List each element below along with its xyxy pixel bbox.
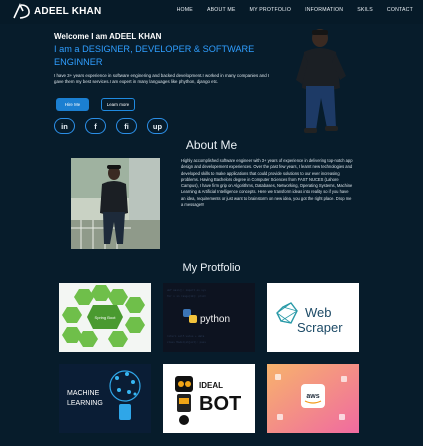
brand-name: ADEEL KHAN bbox=[34, 5, 102, 17]
hero-welcome: Welcome I am ADEEL KHAN bbox=[54, 32, 162, 41]
logo-icon bbox=[13, 3, 30, 19]
hero-section: Welcome I am ADEEL KHAN I am a DESIGNER,… bbox=[0, 24, 423, 142]
nav-about[interactable]: ABOUT ME bbox=[207, 7, 236, 13]
about-text: Highly accomplished software engineer wi… bbox=[181, 158, 353, 208]
portfolio-card-aws[interactable]: aws bbox=[267, 364, 359, 433]
fiverr-icon[interactable]: fi bbox=[116, 118, 137, 134]
portfolio-card-python[interactable]: def main(): import os sys for x in range… bbox=[163, 283, 255, 352]
nav-links: HOME ABOUT ME MY PROTFOLIO INFORMATION S… bbox=[163, 7, 413, 13]
about-photo bbox=[71, 158, 160, 249]
portfolio-title: My Protfolio bbox=[182, 262, 241, 274]
nav-portfolio[interactable]: MY PROTFOLIO bbox=[250, 7, 292, 13]
brand-logo[interactable]: ADEEL KHAN bbox=[13, 3, 101, 19]
nav-information[interactable]: INFORMATION bbox=[305, 7, 343, 13]
aws-label: aws bbox=[306, 393, 319, 400]
web-scraper-top: Web bbox=[305, 305, 332, 320]
svg-text:for x in range(10): print: for x in range(10): print bbox=[167, 294, 206, 298]
bot-label-bottom: BOT bbox=[199, 393, 241, 415]
facebook-icon[interactable]: f bbox=[85, 118, 106, 134]
navbar: ADEEL KHAN HOME ABOUT ME MY PROTFOLIO IN… bbox=[0, 0, 423, 24]
nav-contact[interactable]: CONTACT bbox=[387, 7, 413, 13]
bot-label-top: IDEAL bbox=[199, 381, 223, 390]
hire-me-button[interactable]: Hire Me bbox=[56, 98, 89, 111]
svg-text:return self.value + data: return self.value + data bbox=[167, 334, 205, 338]
web-scraper-bottom: Scraper bbox=[297, 320, 343, 335]
learn-more-button[interactable]: Learn more bbox=[101, 98, 135, 111]
hero-intro: I have 3+ years experience in software e… bbox=[54, 73, 270, 85]
svg-text:class Model(object): pass: class Model(object): pass bbox=[167, 340, 206, 344]
python-label: python bbox=[200, 314, 230, 325]
portfolio-card-spring-boot[interactable]: Spring Boot bbox=[59, 283, 151, 352]
svg-text:def main(): import os sys: def main(): import os sys bbox=[167, 288, 206, 292]
nav-home[interactable]: HOME bbox=[177, 7, 193, 13]
hero-role: I am a DESIGNER, DEVELOPER & SOFTWARE EN… bbox=[54, 44, 255, 67]
ml-label-bottom: LEARNING bbox=[67, 400, 103, 407]
social-links: in f fi up bbox=[54, 118, 168, 134]
upwork-icon[interactable]: up bbox=[147, 118, 168, 134]
portfolio-card-ideal-bot[interactable]: IDEAL BOT bbox=[163, 364, 255, 433]
portfolio-card-machine-learning[interactable]: MACHINE LEARNING bbox=[59, 364, 151, 433]
hero-portrait bbox=[296, 29, 346, 133]
portfolio-card-web-scraper[interactable]: Web Scraper bbox=[267, 283, 359, 352]
about-title: About Me bbox=[185, 138, 238, 152]
linkedin-icon[interactable]: in bbox=[54, 118, 75, 134]
ml-label-top: MACHINE bbox=[67, 390, 100, 397]
spring-boot-label: Spring Boot bbox=[95, 315, 117, 320]
nav-skills[interactable]: SKILS bbox=[357, 7, 373, 13]
